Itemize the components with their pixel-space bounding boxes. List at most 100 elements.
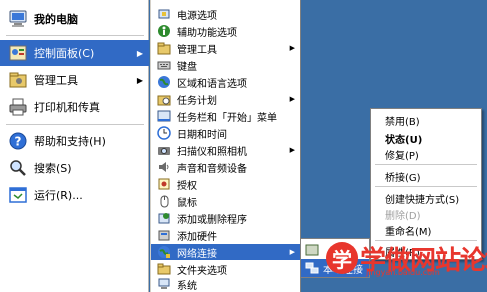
submenu-arrow-icon: ▶ (289, 146, 295, 154)
cp-item-scanners-cameras[interactable]: 扫描仪和照相机 ▶ (151, 142, 301, 158)
submenu-arrow-icon: ▶ (289, 95, 295, 103)
cp-item-add-hardware[interactable]: 添加硬件 (151, 227, 301, 243)
ctx-item-label: 禁用(B) (385, 116, 420, 128)
start-item-admin-tools[interactable]: 管理工具 ▶ (0, 67, 149, 93)
start-item-label: 帮助和支持(H) (34, 135, 106, 148)
watermark-subtext: jingyan.baidu.com (366, 268, 440, 277)
camera-icon (157, 143, 171, 157)
cp-item-keyboard[interactable]: 键盘 (151, 57, 301, 73)
cp-item-label: 任务栏和「开始」菜单 (177, 112, 277, 124)
start-item-printers[interactable]: 打印机和传真 (0, 94, 149, 120)
admin-tools-icon (8, 70, 28, 90)
ctx-item-label: 重命名(M) (385, 226, 432, 238)
start-item-search[interactable]: 搜索(S) (0, 155, 149, 181)
cp-item-network-connections[interactable]: 网络连接 ▶ (151, 244, 301, 260)
cp-item-admin-tools[interactable]: 管理工具 ▶ (151, 40, 301, 56)
network-connections-icon (157, 245, 171, 259)
start-item-label: 打印机和传真 (34, 101, 100, 114)
cp-item-label: 辅助功能选项 (177, 27, 237, 39)
ctx-item-label: 删除(D) (385, 210, 421, 222)
separator (6, 124, 144, 125)
cp-item-label: 添加硬件 (177, 231, 217, 243)
cp-item-label: 日期和时间 (177, 129, 227, 141)
speaker-icon (157, 160, 171, 174)
help-icon: ? (8, 131, 28, 151)
start-item-label: 管理工具 (34, 74, 78, 87)
start-menu-left-column: 我的电脑 控制面板(C) ▶ 管理工具 ▶ 打印机和传真 ? 帮助和支持(H) … (0, 0, 149, 292)
cp-item-label: 区域和语言选项 (177, 78, 247, 90)
ctx-item-disable[interactable]: 禁用(B) (371, 111, 481, 129)
cp-item-label: 扫描仪和照相机 (177, 146, 247, 158)
ctx-item-properties[interactable]: 属性(R) (371, 242, 481, 260)
search-icon (8, 158, 28, 178)
cp-item-date-time[interactable]: 日期和时间 (151, 125, 301, 141)
taskbar-icon (157, 109, 171, 123)
cp-item-label: 添加或删除程序 (177, 214, 247, 226)
start-item-control-panel[interactable]: 控制面板(C) ▶ (0, 40, 149, 66)
license-icon (157, 177, 171, 191)
cp-item-licensing[interactable]: 授权 (151, 176, 301, 192)
folder-icon (157, 262, 171, 276)
cp-item-regional-options[interactable]: 区域和语言选项 (151, 74, 301, 90)
cp-item-label: 管理工具 (177, 44, 217, 56)
net-item-label: 本地连接 (323, 264, 363, 276)
globe-icon (157, 75, 171, 89)
separator (6, 35, 144, 36)
cp-item-scheduled-tasks[interactable]: 任务计划 ▶ (151, 91, 301, 107)
ctx-item-label: 状态(U) (385, 134, 423, 146)
ctx-item-bridge[interactable]: 桥接(G) (371, 167, 481, 185)
control-panel-submenu: 电源选项 辅助功能选项 管理工具 ▶ 键盘 区域和语言选项 任务计划 ▶ 任务栏… (150, 0, 301, 292)
keyboard-icon (157, 58, 171, 72)
run-icon (8, 185, 28, 205)
scheduled-tasks-icon (157, 92, 171, 106)
ctx-item-rename[interactable]: 重命名(M) (371, 221, 481, 239)
context-menu: 禁用(B) 状态(U) 修复(P) 桥接(G) 创建快捷方式(S) 删除(D) … (370, 108, 482, 260)
ctx-item-label: 创建快捷方式(S) (385, 194, 460, 206)
accessibility-icon (157, 24, 171, 38)
separator (375, 240, 477, 241)
separator (375, 164, 477, 165)
admin-tools-icon (157, 41, 171, 55)
lan-connection-icon (305, 261, 319, 275)
separator (375, 186, 477, 187)
ctx-item-repair[interactable]: 修复(P) (371, 145, 481, 163)
cp-item-sound-audio[interactable]: 声音和音频设备 (151, 159, 301, 175)
submenu-arrow-icon: ▶ (136, 48, 143, 58)
cp-item-label: 鼠标 (177, 197, 197, 209)
svg-text:?: ? (15, 135, 22, 149)
start-item-label: 运行(R)... (34, 189, 83, 202)
network-folder-icon (305, 243, 319, 257)
ctx-item-label: 属性(R) (385, 247, 420, 259)
cp-item-folder-options[interactable]: 文件夹选项 (151, 261, 301, 277)
power-options-icon (157, 7, 171, 21)
network-connections-submenu: 本地连接 (300, 238, 370, 278)
control-panel-icon (8, 43, 28, 63)
add-hardware-icon (157, 228, 171, 242)
start-item-help[interactable]: ? 帮助和支持(H) (0, 128, 149, 154)
start-item-label: 我的电脑 (34, 13, 78, 26)
cp-item-label: 授权 (177, 180, 197, 192)
start-item-run[interactable]: 运行(R)... (0, 182, 149, 208)
mouse-icon (157, 194, 171, 208)
cp-item-label: 网络连接 (177, 248, 217, 260)
submenu-arrow-icon: ▶ (289, 248, 295, 256)
cp-item-system[interactable]: 系统 (151, 276, 301, 292)
submenu-arrow-icon: ▶ (136, 75, 143, 85)
cp-item-taskbar-start-menu[interactable]: 任务栏和「开始」菜单 (151, 108, 301, 124)
cp-item-add-remove-programs[interactable]: 添加或删除程序 (151, 210, 301, 226)
net-item-open-folder[interactable] (301, 241, 369, 259)
start-item-my-computer[interactable]: 我的电脑 (0, 6, 149, 32)
cp-item-accessibility[interactable]: 辅助功能选项 (151, 23, 301, 39)
submenu-arrow-icon: ▶ (289, 44, 295, 52)
cp-item-mouse[interactable]: 鼠标 (151, 193, 301, 209)
cp-item-label: 系统 (177, 280, 197, 292)
cp-item-label: 任务计划 (177, 95, 217, 107)
cp-item-label: 文件夹选项 (177, 265, 227, 277)
net-item-local-connection[interactable]: 本地连接 (301, 259, 369, 277)
ctx-item-label: 修复(P) (385, 150, 419, 162)
my-computer-icon (8, 9, 28, 29)
cp-item-power-options[interactable]: 电源选项 (151, 6, 301, 22)
cp-item-label: 电源选项 (177, 10, 217, 22)
start-item-label: 控制面板(C) (34, 47, 95, 60)
start-item-label: 搜索(S) (34, 162, 72, 175)
